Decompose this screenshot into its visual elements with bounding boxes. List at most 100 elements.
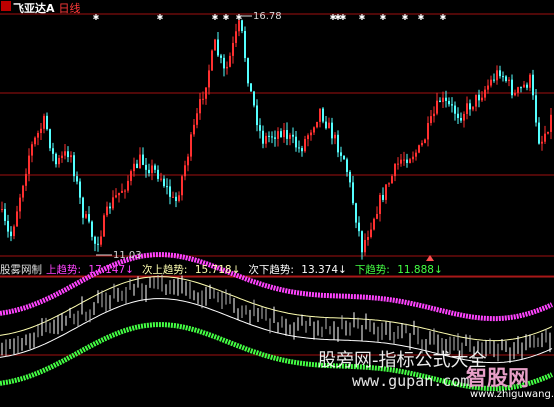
candle-body xyxy=(196,113,198,125)
candle-body xyxy=(79,181,81,198)
candle-body xyxy=(472,106,474,110)
candle-body xyxy=(373,218,375,230)
candle-body xyxy=(499,70,501,77)
signal-marker: ✱ xyxy=(93,13,100,22)
candle-body xyxy=(325,121,327,129)
candle-body xyxy=(301,148,303,152)
candle-body xyxy=(457,113,459,118)
signal-markers: ✱ ✱ ✱ ✱ ✱ ✱✱✱ ✱ ✱ ✱ ✱ ✱ xyxy=(93,13,447,261)
candle-body xyxy=(262,130,264,144)
candle-body xyxy=(451,104,453,106)
candle-body xyxy=(4,209,6,221)
candle-body xyxy=(541,141,543,144)
candle-body xyxy=(115,195,117,198)
candle-body xyxy=(205,87,207,99)
candle-body xyxy=(538,122,540,144)
candle-body xyxy=(421,142,423,146)
candle-body xyxy=(346,159,348,172)
candle-body xyxy=(460,117,462,121)
candle-body xyxy=(70,155,72,158)
candle-body xyxy=(265,135,267,144)
candle-body xyxy=(34,137,36,145)
candle-body xyxy=(355,203,357,223)
candle-body xyxy=(160,178,162,180)
candle-body xyxy=(100,236,102,245)
candle-body xyxy=(73,155,75,177)
candle-body xyxy=(478,94,480,101)
watermark-title: 股旁网-指标公式大全 xyxy=(318,350,487,371)
candle-body xyxy=(463,113,465,121)
candle-body xyxy=(91,221,93,237)
candle-body xyxy=(409,159,411,163)
candle-body xyxy=(343,155,345,160)
candle-body xyxy=(190,134,192,157)
candle-body xyxy=(103,215,105,237)
candle-body xyxy=(445,97,447,101)
candle-body xyxy=(58,157,60,165)
candle-body xyxy=(337,134,339,153)
second-upper-label: 次上趋势: 15.718↓ xyxy=(142,264,244,276)
candle-body xyxy=(256,105,258,126)
candle-body xyxy=(244,30,246,59)
high-price-label: 16.78 xyxy=(253,11,282,22)
candle-body xyxy=(319,108,321,122)
second-lower-value: 13.374↓ xyxy=(301,264,347,276)
candle-body xyxy=(310,132,312,136)
candle-body xyxy=(31,144,33,156)
signal-marker: ✱ xyxy=(402,13,409,22)
candle-body xyxy=(214,39,216,51)
candle-body xyxy=(178,195,180,201)
candle-body xyxy=(55,153,57,165)
candle-body xyxy=(277,131,279,139)
candle-body xyxy=(394,163,396,177)
candle-body xyxy=(403,159,405,161)
candle-body xyxy=(349,171,351,183)
candle-body xyxy=(322,108,324,122)
candle-body xyxy=(385,184,387,200)
candle-body xyxy=(505,76,507,81)
candle-body xyxy=(52,148,54,154)
candle-body xyxy=(523,84,525,88)
lower-trend-title: 下趋势: xyxy=(354,264,390,276)
candle-body xyxy=(259,125,261,131)
candle-body xyxy=(439,100,441,102)
candle-body xyxy=(382,194,384,200)
candle-body xyxy=(430,116,432,124)
signal-marker: ✱ xyxy=(340,13,347,22)
candle-body xyxy=(427,123,429,140)
candle-body xyxy=(211,50,213,71)
stock-icon xyxy=(1,1,11,11)
candle-body xyxy=(253,91,255,106)
candle-body xyxy=(529,74,531,88)
signal-marker: ✱ xyxy=(212,13,219,22)
candle-body xyxy=(202,98,204,100)
candle-body xyxy=(85,214,87,218)
candle-body xyxy=(475,94,477,107)
indicator-name: 股雾网制 xyxy=(0,264,42,276)
candle-body xyxy=(502,76,504,78)
candle-body xyxy=(358,222,360,232)
candle-body xyxy=(544,133,546,142)
candle-body xyxy=(145,164,147,170)
candle-body xyxy=(94,236,96,244)
candle-body xyxy=(232,42,234,56)
signal-marker: ✱ xyxy=(380,13,387,22)
candle-body xyxy=(520,87,522,89)
watermark-url: www.gupan.com xyxy=(352,372,470,390)
candle-body xyxy=(376,213,378,219)
candle-body xyxy=(469,103,471,110)
candle-body xyxy=(250,83,252,92)
chart-title-bar: 飞亚达A 日线 xyxy=(0,0,81,15)
candle-body xyxy=(106,206,108,216)
candle-body xyxy=(490,79,492,86)
candle-body xyxy=(487,85,489,90)
candle-body xyxy=(118,192,120,196)
second-lower-title: 次下趋势: xyxy=(248,264,294,276)
candle-body xyxy=(136,163,138,168)
period-label: 日线 xyxy=(58,2,81,15)
candle-body xyxy=(43,115,45,129)
signal-marker: ✱ xyxy=(236,13,243,22)
candle-body xyxy=(112,197,114,209)
candle-body xyxy=(133,163,135,172)
candle-body xyxy=(16,211,18,227)
